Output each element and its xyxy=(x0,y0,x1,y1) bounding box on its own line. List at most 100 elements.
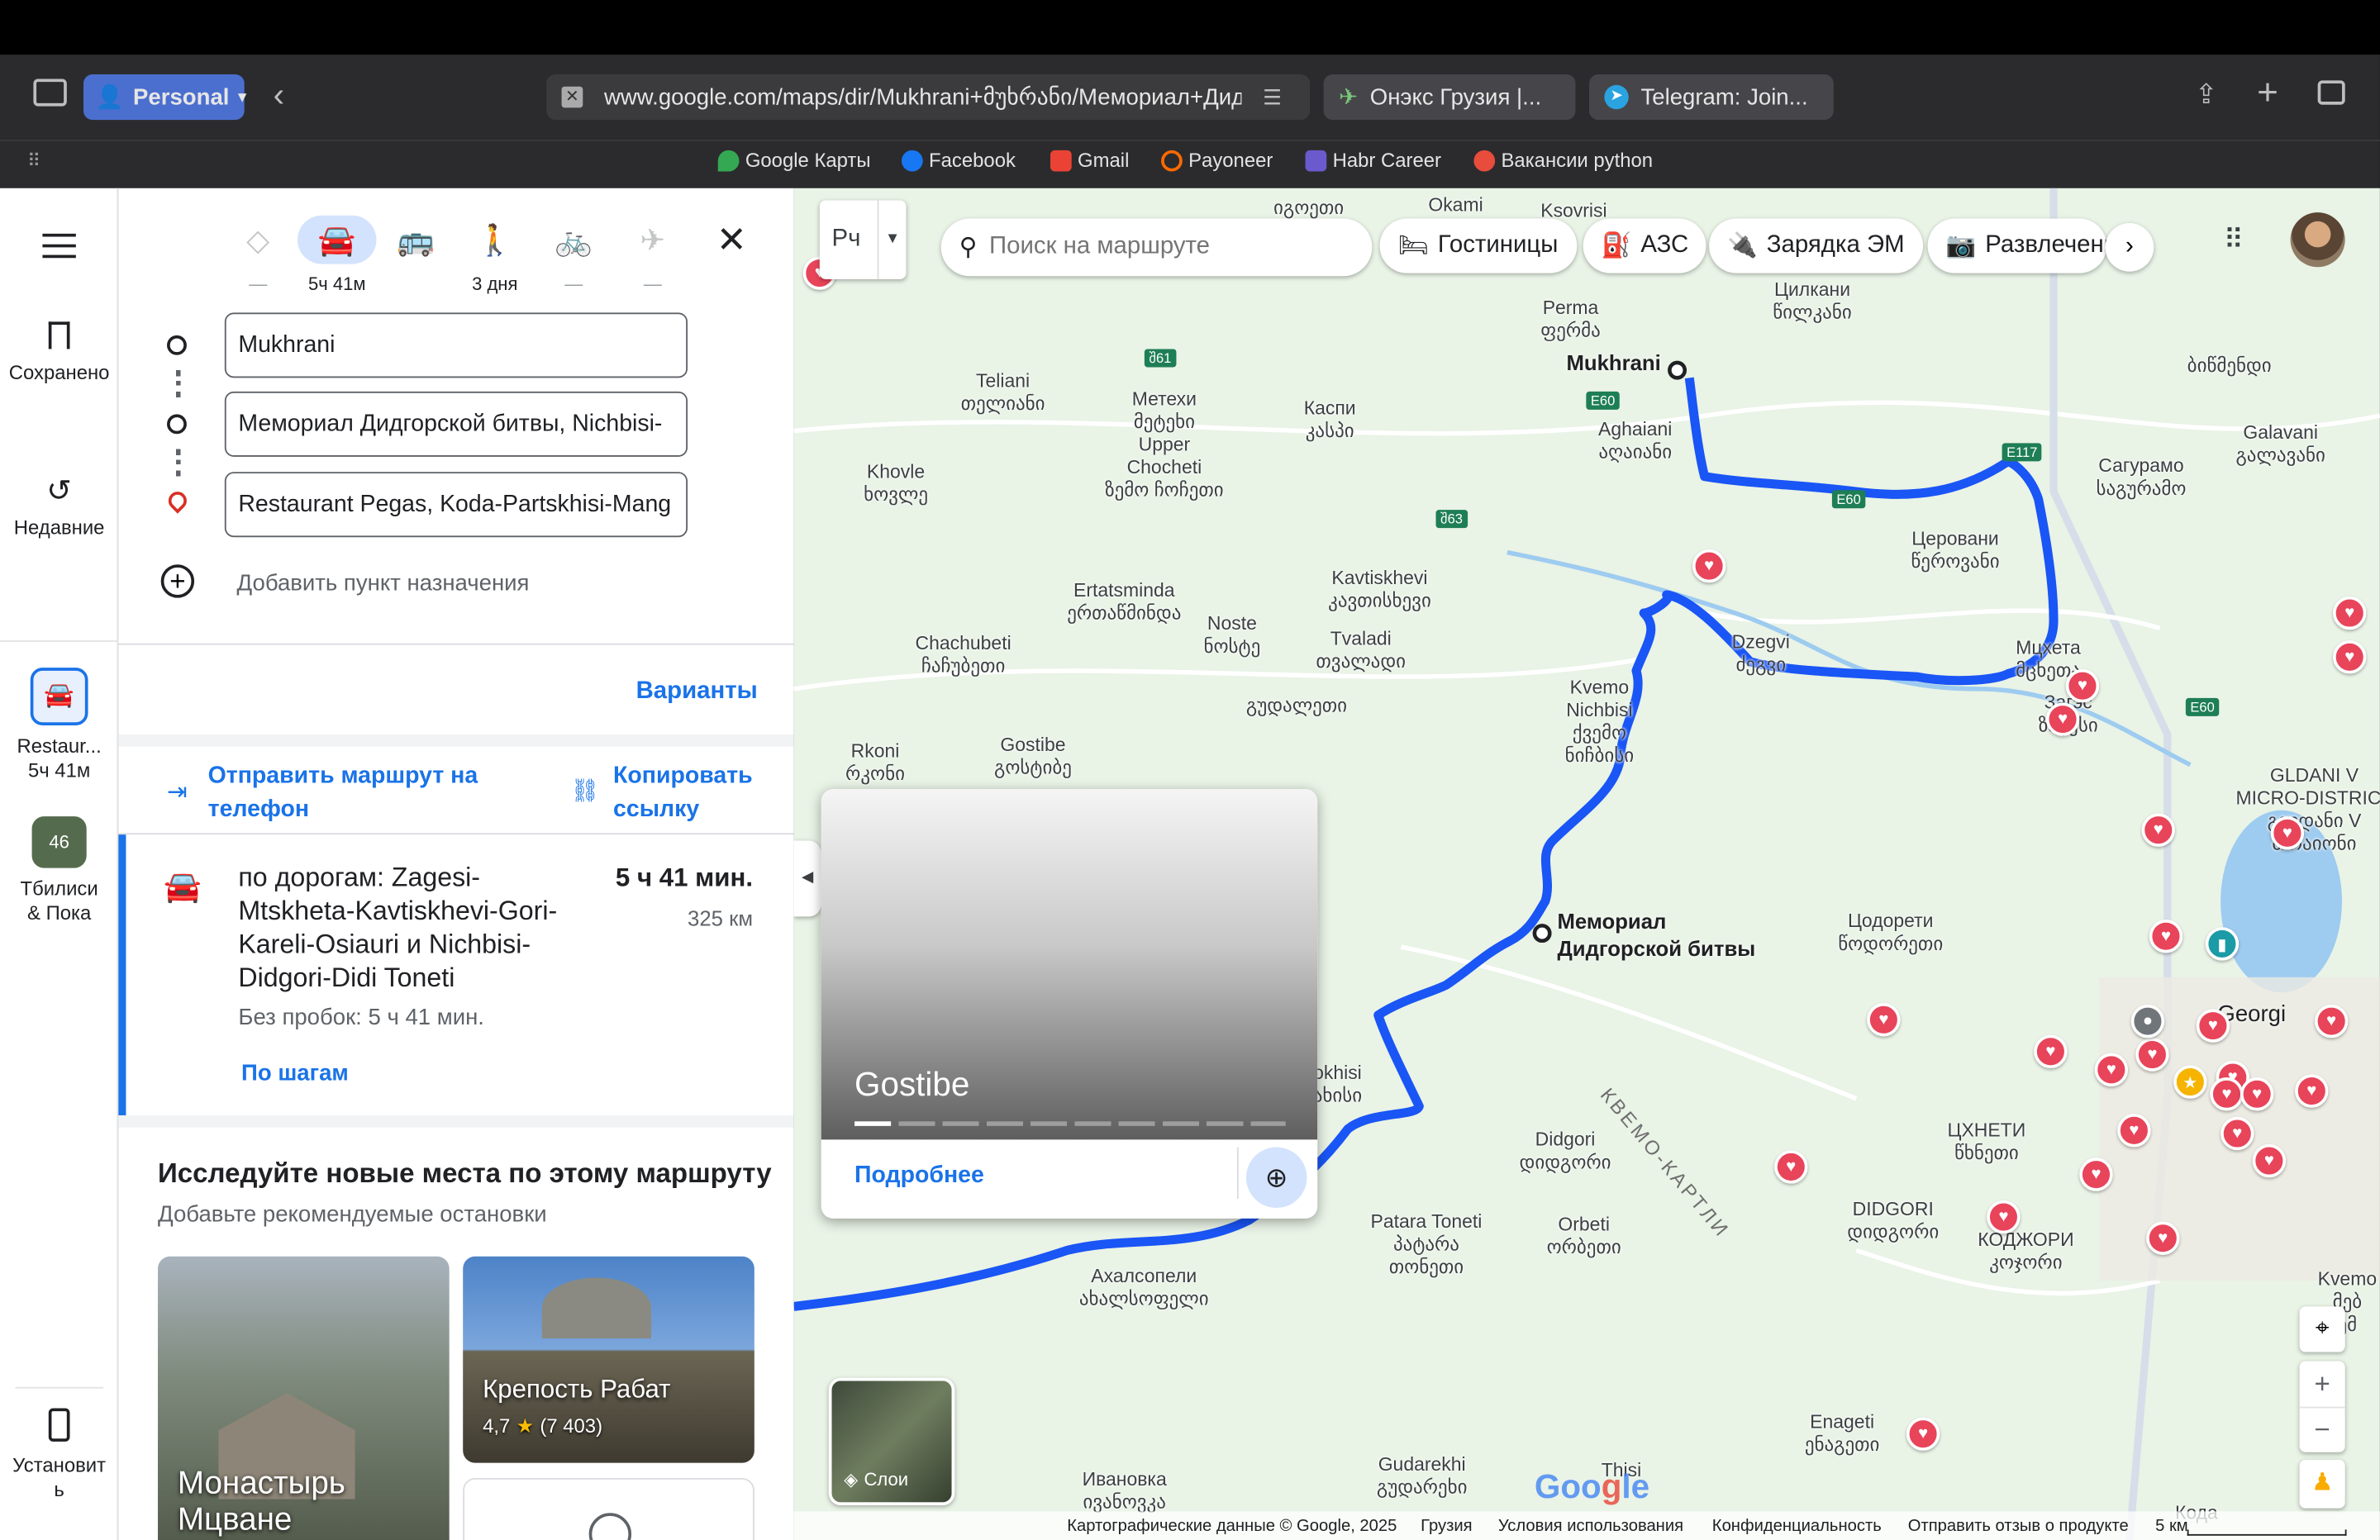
bookmark-gmail[interactable]: Gmail xyxy=(1050,149,1129,172)
place-label[interactable]: Okami xyxy=(1428,194,1483,217)
street-view-pegman-icon[interactable]: ♟ xyxy=(2299,1459,2345,1509)
mode-car[interactable]: 🚘 xyxy=(297,215,377,264)
back-icon[interactable]: ‹ xyxy=(274,76,284,116)
steps-button[interactable]: По шагам xyxy=(241,1061,349,1086)
close-icon[interactable]: ✕ xyxy=(716,218,747,262)
place-label[interactable]: Aghaiani აღაიანი xyxy=(1598,419,1672,464)
place-label[interactable]: Цилкани წილკანი xyxy=(1773,279,1851,325)
zoom-in-icon[interactable]: + xyxy=(2300,1362,2345,1407)
place-label[interactable]: КОДЖОРИ კოჯორი xyxy=(1978,1229,2073,1275)
profile-button[interactable]: 👤 Personal ▾ xyxy=(83,74,246,121)
tab-overview-icon[interactable] xyxy=(2317,80,2345,105)
reader-icon[interactable]: ☰ xyxy=(1263,84,1282,110)
place-card-mtsvane[interactable]: Монастырь Мцване xyxy=(158,1256,450,1540)
place-label[interactable]: Perma ფერმა xyxy=(1540,297,1601,343)
place-label[interactable]: Gudarekhi გუდარეხი xyxy=(1377,1454,1468,1500)
scale-label[interactable]: 5 км xyxy=(2155,1518,2188,1536)
chip-ev[interactable]: 🔌 Зарядка ЭМ xyxy=(1709,218,1923,273)
sidebar-toggle-icon[interactable] xyxy=(33,78,67,107)
mode-bike[interactable]: 🚲 xyxy=(535,216,614,264)
place-preview-popup[interactable]: Gostibe Подробнее ⊕ xyxy=(821,789,1318,1219)
place-label[interactable]: Ertatsminda ერთაწმინდა xyxy=(1067,580,1181,625)
tab-telegram[interactable]: ➤ Telegram: Join... xyxy=(1589,74,1834,121)
terms-link[interactable]: Условия использования xyxy=(1498,1518,1683,1536)
place-label[interactable]: Khovle ხოვლე xyxy=(864,461,928,506)
place-label[interactable]: Noste ნოსტე xyxy=(1204,613,1261,658)
rail-recent-route[interactable]: 🚘 Restaur... 5ч 41м xyxy=(0,668,118,783)
mode-flight[interactable]: ✈ xyxy=(613,216,693,264)
place-label[interactable]: GLDANI V MICRO-DISTRICT გლდანი V მ/რაიონ… xyxy=(2235,765,2379,856)
place-card-rabat[interactable]: Крепость Рабат 4,7 ★ (7 403) xyxy=(463,1256,754,1463)
collapse-panel-icon[interactable]: ◀ xyxy=(793,840,821,917)
saved-place-heart-icon[interactable]: ♥ xyxy=(2141,813,2175,847)
place-label[interactable]: Dzegvi ძეგვი xyxy=(1732,631,1790,677)
place-label[interactable]: ბიწმენდი xyxy=(2187,355,2272,378)
rail-saved[interactable]: Сохранено xyxy=(0,321,118,385)
apps-grid-icon[interactable]: ⠿ xyxy=(27,150,40,172)
language-selector[interactable]: Рч ▼ xyxy=(819,200,907,279)
place-label[interactable]: Gostibe გოსტიბე xyxy=(994,734,1072,780)
route-search-input[interactable] xyxy=(989,233,1339,261)
saved-place-heart-icon[interactable]: ♥ xyxy=(2210,1077,2244,1111)
saved-place-heart-icon[interactable]: ♥ xyxy=(2146,1221,2180,1255)
saved-place-heart-icon[interactable]: ♥ xyxy=(2270,816,2305,850)
place-label[interactable]: ЦХНЕТИ წხნეთი xyxy=(1947,1119,2025,1165)
layers-button[interactable]: ◈ Слои xyxy=(828,1377,955,1506)
place-label[interactable]: Kvemo Nichbisi ქვემო ნიჩბისი xyxy=(1565,677,1635,768)
saved-place-heart-icon[interactable]: ♥ xyxy=(2065,668,2100,703)
saved-place-heart-icon[interactable]: ♥ xyxy=(2333,640,2367,674)
saved-place-heart-icon[interactable]: ♥ xyxy=(1774,1150,1808,1184)
route-search-box[interactable]: ⚲ xyxy=(940,218,1373,277)
saved-place-heart-icon[interactable]: ♥ xyxy=(2333,596,2367,630)
saved-place-heart-icon[interactable]: ♥ xyxy=(1692,549,1726,583)
place-marker-icon[interactable]: ● xyxy=(2130,1004,2165,1039)
bookmark-place-icon[interactable]: ▮ xyxy=(2205,927,2240,961)
saved-place-heart-icon[interactable]: ♥ xyxy=(2135,1038,2169,1072)
popup-more-button[interactable]: Подробнее xyxy=(854,1162,984,1190)
place-label[interactable]: Метехи მეტეხი Upper Chocheti ზემო ჩოჩეთი xyxy=(1105,388,1224,502)
place-label[interactable]: Церовани წეროვანი xyxy=(1911,528,1999,573)
new-tab-icon[interactable]: + xyxy=(2257,73,2278,115)
place-label[interactable]: Rkoni რკონი xyxy=(845,740,905,786)
place-label[interactable]: Galavani გალავანი xyxy=(2235,422,2325,468)
send-to-phone-button[interactable]: Отправить маршрут на телефон xyxy=(208,760,497,827)
rail-recent[interactable]: ↺ Недавние xyxy=(0,477,118,539)
mode-transit[interactable]: 🚌 xyxy=(377,216,456,264)
account-avatar[interactable] xyxy=(2290,212,2345,268)
bookmark-habr[interactable]: Habr Career xyxy=(1305,149,1441,172)
place-label[interactable]: იგოეთი xyxy=(1273,197,1344,221)
privacy-link[interactable]: Конфиденциальность xyxy=(1712,1518,1882,1536)
chip-hotels[interactable]: 🛏 Гостиницы xyxy=(1379,218,1577,273)
rail-list[interactable]: 46 Тбилиси & Пока xyxy=(0,816,118,925)
google-apps-icon[interactable]: ⠿ xyxy=(2224,225,2244,257)
place-label[interactable]: Patara Toneti პატარა თონეთი xyxy=(1371,1211,1483,1280)
place-label[interactable]: გუდალეთი xyxy=(1246,695,1347,718)
waypoint-input[interactable]: Мемориал Дидгорской битвы, Nichbisi- xyxy=(224,391,688,457)
place-label[interactable]: Цодорети წოდორეთი xyxy=(1838,910,1943,956)
bookmark-facebook[interactable]: Facebook xyxy=(901,149,1016,172)
saved-place-heart-icon[interactable]: ♥ xyxy=(2252,1143,2287,1178)
country-link[interactable]: Грузия xyxy=(1421,1518,1472,1536)
saved-place-heart-icon[interactable]: ♥ xyxy=(2079,1157,2113,1191)
bookmark-payoneer[interactable]: Payoneer xyxy=(1161,149,1273,172)
destination-input[interactable]: Restaurant Pegas, Koda-Partskhisi-Mang xyxy=(224,472,688,538)
place-label[interactable]: Enageti ენაგეთი xyxy=(1805,1411,1880,1457)
saved-place-heart-icon[interactable]: ♥ xyxy=(2094,1053,2129,1087)
mode-best[interactable]: ◇ xyxy=(218,216,298,264)
mode-walk[interactable]: 🚶 xyxy=(455,216,535,264)
chip-gas[interactable]: ⛽ АЗС xyxy=(1583,218,1707,273)
place-label[interactable]: Kavtiskhevi კავთისხევი xyxy=(1328,568,1431,613)
route-summary[interactable]: по дорогам: Zagesi-Mtskheta-Kavtiskhevi-… xyxy=(238,860,595,994)
options-button[interactable]: Варианты xyxy=(636,678,758,706)
place-label[interactable]: Teliani თელიანი xyxy=(961,370,1045,416)
menu-icon[interactable] xyxy=(42,233,76,259)
marker-label-memorial[interactable]: Мемориал Дидгорской битвы xyxy=(1557,907,1755,962)
place-label[interactable]: Didgori დიდგორი xyxy=(1520,1129,1611,1175)
saved-place-heart-icon[interactable]: ♥ xyxy=(2117,1114,2151,1148)
tab-onex[interactable]: ✈ Онэкс Грузия |... xyxy=(1323,74,1576,121)
feedback-link[interactable]: Отправить отзыв о продукте xyxy=(1908,1518,2129,1536)
place-label[interactable]: Сагурамо საგურამო xyxy=(2096,455,2186,501)
zoom-out-icon[interactable]: − xyxy=(2299,1406,2345,1452)
saved-place-heart-icon[interactable]: ♥ xyxy=(1987,1200,2021,1234)
add-stop-icon[interactable]: ⊕ xyxy=(1245,1147,1307,1209)
